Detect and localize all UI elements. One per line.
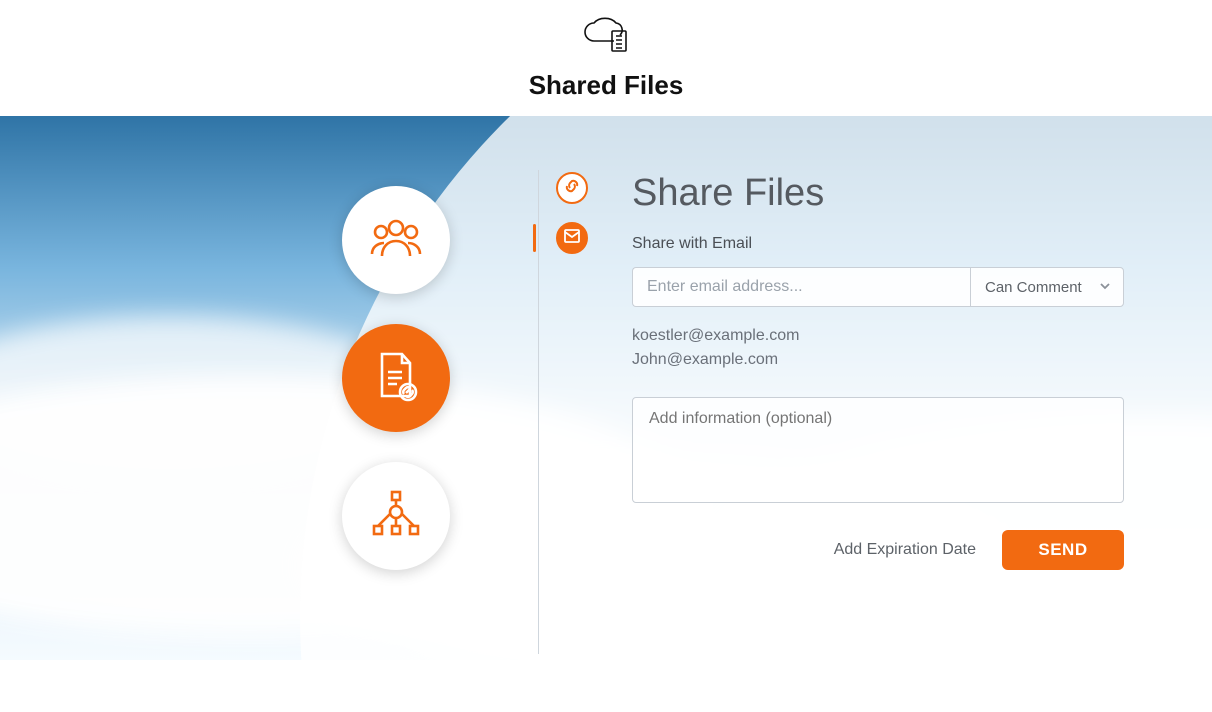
hero-section: Share Files Share with Email Can Comment…	[0, 116, 1212, 660]
permission-select[interactable]: Can Comment	[970, 267, 1124, 307]
feature-org-chart-button[interactable]	[342, 462, 450, 570]
vertical-divider	[538, 170, 539, 654]
form-subtitle: Share with Email	[632, 235, 1124, 253]
add-expiration-link[interactable]: Add Expiration Date	[834, 541, 976, 559]
org-chart-icon	[368, 488, 424, 545]
email-row: Can Comment	[632, 267, 1124, 307]
feature-users-button[interactable]	[342, 186, 450, 294]
file-link-icon	[371, 348, 421, 409]
share-link-toggle[interactable]	[556, 172, 588, 204]
page-header: Shared Files	[0, 0, 1212, 116]
feature-column	[326, 186, 466, 570]
chevron-down-icon	[1099, 279, 1111, 296]
users-icon	[368, 214, 424, 267]
recipient-list: koestler@example.com John@example.com	[632, 327, 1124, 369]
share-form: Share Files Share with Email Can Comment…	[632, 172, 1124, 570]
recipient-item[interactable]: John@example.com	[632, 351, 1124, 369]
form-title: Share Files	[632, 172, 1124, 215]
link-icon	[563, 177, 581, 200]
send-button[interactable]: SEND	[1002, 530, 1124, 570]
feature-share-file-button[interactable]	[342, 324, 450, 432]
share-email-toggle[interactable]	[556, 222, 588, 254]
share-mode-toggle	[556, 172, 588, 254]
permission-selected-label: Can Comment	[985, 279, 1082, 296]
message-input[interactable]	[632, 397, 1124, 503]
email-input[interactable]	[632, 267, 970, 307]
form-footer: Add Expiration Date SEND	[632, 530, 1124, 570]
cloud-doc-icon	[582, 15, 630, 60]
recipient-item[interactable]: koestler@example.com	[632, 327, 1124, 345]
page-title: Shared Files	[529, 70, 684, 101]
active-toggle-indicator	[533, 224, 536, 252]
mail-icon	[564, 229, 580, 248]
